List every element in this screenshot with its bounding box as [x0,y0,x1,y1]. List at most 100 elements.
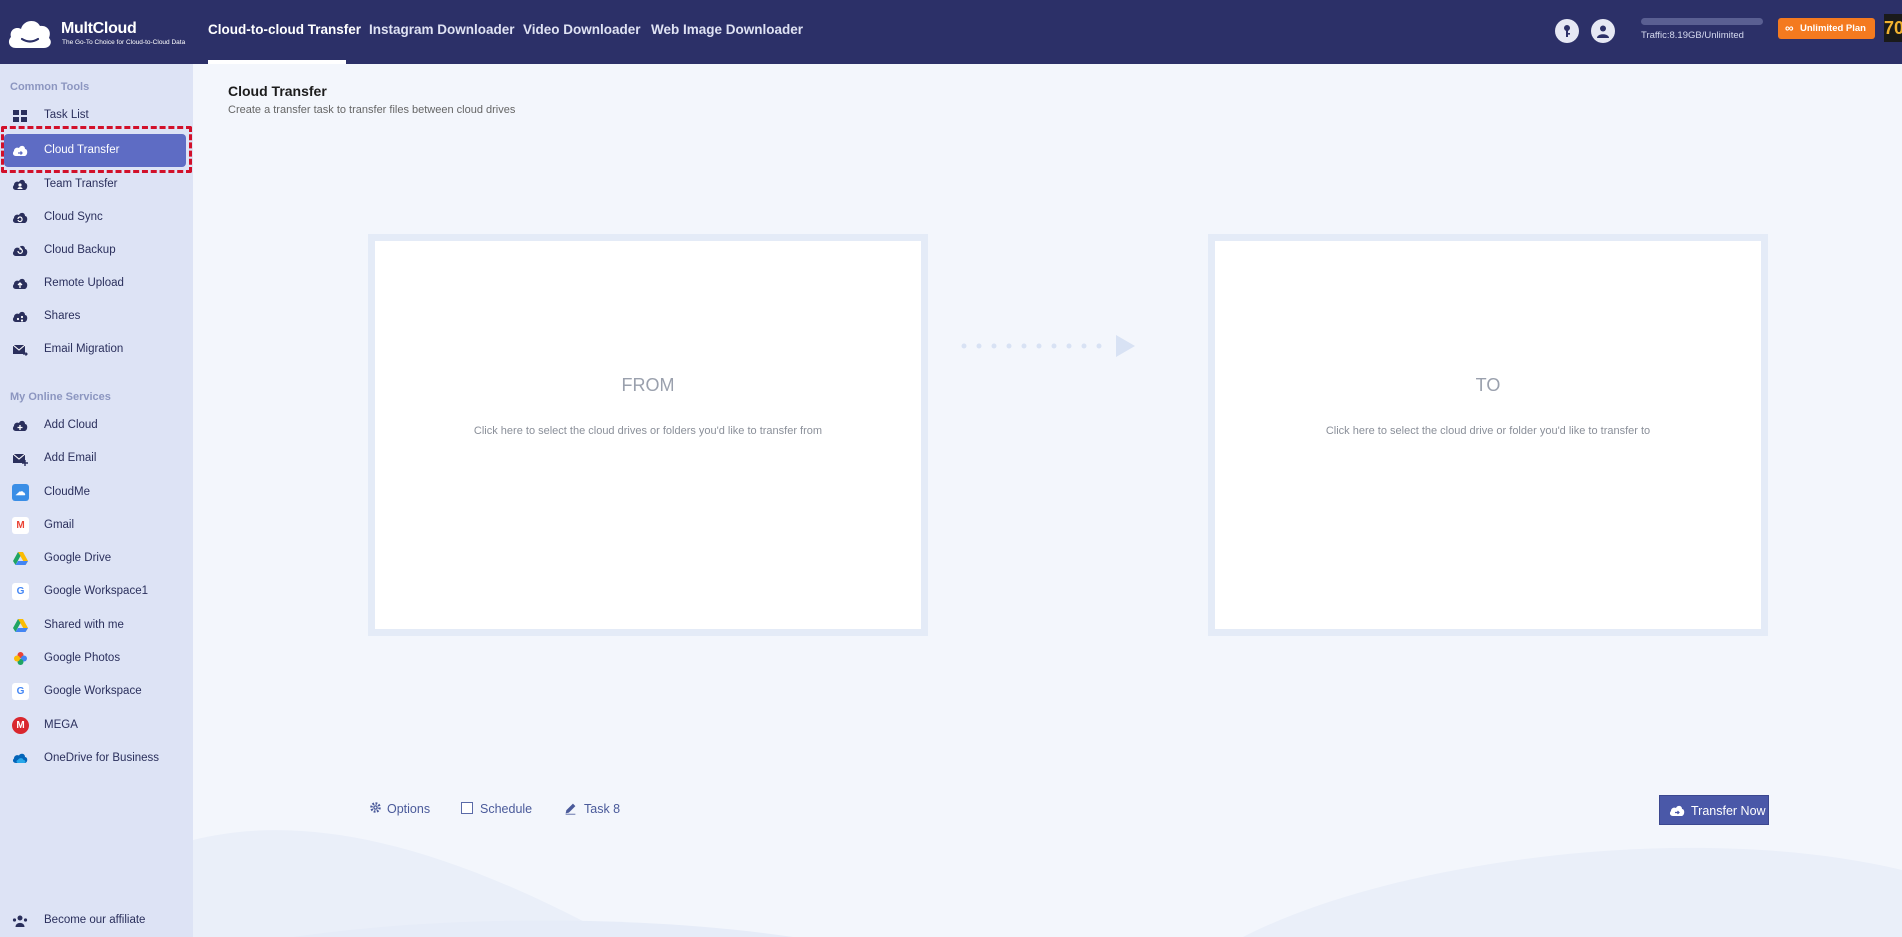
sidebar-item-google-drive[interactable]: Google Drive [0,542,193,575]
sidebar-item-google-workspace[interactable]: G Google Workspace [0,675,193,708]
from-panel-inner[interactable]: FROM Click here to select the cloud driv… [375,241,921,629]
transfer-now-label: Transfer Now [1691,804,1766,818]
sidebar-item-label: Google Photos [44,652,121,664]
cloud-backup-icon [12,245,28,256]
sidebar-item-label: Add Email [44,452,97,464]
background-waves [193,830,1902,937]
logo-cloud-icon [8,20,51,48]
user-icon [1597,25,1609,38]
gear-icon [370,802,381,813]
promo-badge[interactable]: 70 [1884,14,1902,42]
sidebar-item-remote-upload[interactable]: Remote Upload [0,267,193,300]
affiliate-icon [12,915,28,927]
active-item-highlight [1,126,192,173]
section-title-common-tools: Common Tools [10,81,90,93]
schedule-label: Schedule [480,802,533,816]
sidebar-item-shared-with-me[interactable]: Shared with me [0,609,193,642]
sidebar-item-google-photos[interactable]: Google Photos [0,642,193,675]
sidebar-item-label: Google Drive [44,552,112,564]
pencil-icon [565,803,576,815]
cloud-transfer-icon [1669,805,1685,816]
top-bar: MultCloud The Go-To Choice for Cloud-to-… [0,0,1902,64]
sidebar-item-cloud-backup[interactable]: Cloud Backup [0,234,193,267]
sidebar-item-label: Shared with me [44,619,124,631]
brand-name: MultCloud [61,20,137,37]
sidebar: Common Tools Task List Cloud Transfer Te… [0,64,193,937]
sidebar-item-label: CloudMe [44,486,91,498]
google-icon: G [12,683,29,700]
nav-web-image-downloader[interactable]: Web Image Downloader [651,22,803,37]
logo[interactable]: MultCloud The Go-To Choice for Cloud-to-… [6,14,196,54]
infinity-icon: ∞ [1785,21,1794,35]
sidebar-item-email-migration[interactable]: Email Migration [0,333,193,366]
key-icon [1564,25,1570,37]
google-photos-icon [14,652,27,665]
unlimited-plan-button[interactable]: ∞ Unlimited Plan [1778,18,1875,39]
transfer-now-button[interactable]: Transfer Now [1659,795,1769,825]
nav-instagram-downloader[interactable]: Instagram Downloader [369,22,515,37]
gmail-icon: M [12,517,29,534]
sidebar-item-google-workspace1[interactable]: G Google Workspace1 [0,575,193,608]
team-transfer-icon [12,179,28,190]
sidebar-item-label: Task List [44,109,89,121]
email-migration-icon [12,344,28,356]
brand-tagline: The Go-To Choice for Cloud-to-Cloud Data [62,39,186,46]
sidebar-item-onedrive-for-business[interactable]: OneDrive for Business [0,742,193,775]
sidebar-item-label: Gmail [44,519,75,531]
google-drive-icon [13,619,28,632]
section-title-online-services: My Online Services [10,391,111,403]
remote-upload-icon [12,278,28,289]
to-panel[interactable]: TO Click here to select the cloud drive … [1208,234,1768,636]
task-name-label: Task 8 [584,802,621,816]
schedule-checkbox-box[interactable] [461,802,473,814]
traffic-usage: Traffic:8.19GB/Unlimited [1641,30,1744,41]
options-label: Options [387,802,431,816]
share-icon [12,311,28,322]
promo-badge-text: 70 [1884,18,1902,38]
from-title: FROM [621,375,675,395]
to-hint: Click here to select the cloud drive or … [1325,425,1651,437]
sidebar-item-label: Google Workspace [44,685,142,697]
to-title: TO [1475,375,1501,395]
to-panel-inner[interactable]: TO Click here to select the cloud drive … [1215,241,1761,629]
sidebar-item-label: Remote Upload [44,277,124,289]
nav-video-downloader[interactable]: Video Downloader [523,22,641,37]
sidebar-item-mega[interactable]: M MEGA [0,709,193,742]
sidebar-item-label: Email Migration [44,343,124,355]
sidebar-item-label: Shares [44,310,81,322]
add-email-icon [12,453,28,466]
sidebar-item-add-email[interactable]: Add Email [0,442,193,475]
onedrive-icon [12,753,28,763]
traffic-progress-bar [1641,18,1763,25]
sidebar-item-gmail[interactable]: M Gmail [0,509,193,542]
sidebar-item-cloud-sync[interactable]: Cloud Sync [0,201,193,234]
nav-cloud-to-cloud-transfer[interactable]: Cloud-to-cloud Transfer [208,22,361,37]
plan-label: Unlimited Plan [1800,23,1866,34]
add-cloud-icon [12,420,28,431]
transfer-direction-arrow-icon [961,335,1135,357]
sidebar-item-label: Cloud Backup [44,244,116,256]
sidebar-item-add-cloud[interactable]: Add Cloud [0,409,193,442]
google-drive-icon [13,552,28,565]
cloud-sync-icon [12,212,28,223]
sidebar-item-shares[interactable]: Shares [0,300,193,333]
sidebar-item-label: MEGA [44,719,78,731]
help-button[interactable] [1555,19,1579,43]
from-hint: Click here to select the cloud drives or… [473,425,823,437]
sidebar-item-label: Add Cloud [44,419,98,431]
sidebar-item-cloudme[interactable]: ☁ CloudMe [0,476,193,509]
account-button[interactable] [1591,19,1615,43]
page-subtitle: Create a transfer task to transfer files… [228,104,516,116]
grid-icon [13,110,27,122]
google-icon: G [12,583,29,600]
sidebar-item-label: Google Workspace1 [44,585,148,597]
nav-active-underline [208,60,346,64]
from-panel[interactable]: FROM Click here to select the cloud driv… [368,234,928,636]
sidebar-item-label: OneDrive for Business [44,752,160,764]
sidebar-item-label: Cloud Sync [44,211,103,223]
sidebar-item-label: Become our affiliate [44,914,146,926]
page-title: Cloud Transfer [228,83,327,99]
cloudme-icon: ☁ [12,484,29,501]
mega-icon: M [12,717,29,734]
sidebar-item-become-affiliate[interactable]: Become our affiliate [0,904,193,937]
